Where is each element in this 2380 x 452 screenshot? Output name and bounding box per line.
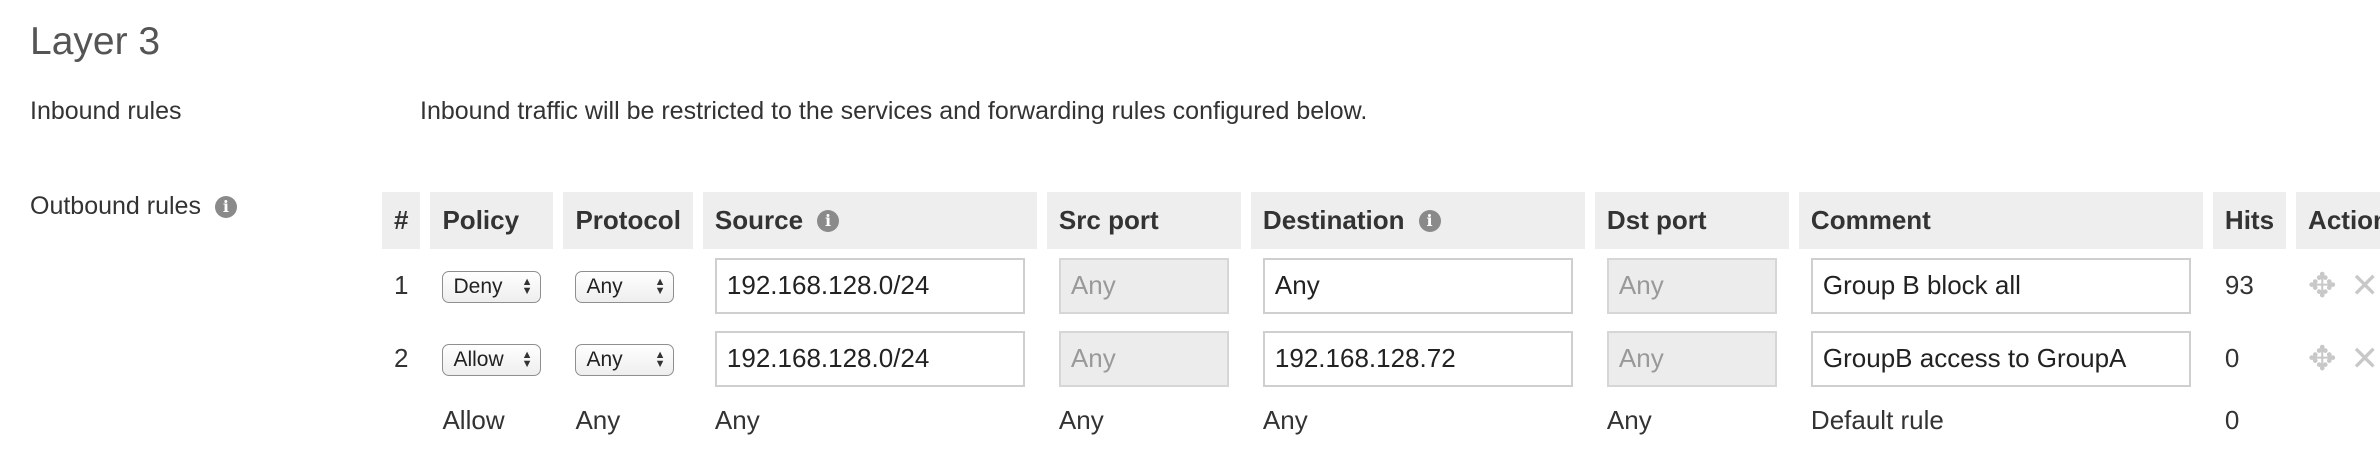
close-icon[interactable]: ✕ [2351, 342, 2380, 376]
outbound-rules-label-group: Outbound rules i [30, 192, 237, 221]
move-icon[interactable]: ✥ [2308, 269, 2337, 303]
dst-port-input: Any [1606, 257, 1777, 314]
table-row: 2 Allow ▲ ▼ Any ▲ ▼ 192.168.128.0/24 Any 192… [382, 322, 2380, 395]
select-arrows-icon: ▲ ▼ [521, 348, 533, 370]
move-icon[interactable]: ✥ [2308, 342, 2337, 376]
source-input[interactable]: 192.168.128.0/24 [714, 257, 1025, 314]
rule-number: 1 [382, 249, 431, 322]
protocol-select-value: Any [586, 347, 623, 371]
col-dst-port: Dst port [1594, 192, 1799, 249]
default-hits: 0 [2213, 395, 2297, 445]
info-icon[interactable]: i [214, 195, 237, 218]
info-icon[interactable]: i [817, 209, 840, 232]
destination-input[interactable]: Any [1262, 257, 1573, 314]
col-num: # [382, 192, 431, 249]
col-actions: Actions [2296, 192, 2380, 249]
col-destination: Destination i [1250, 192, 1595, 249]
select-arrows-icon: ▲ ▼ [654, 348, 666, 370]
table-header-row: # Policy Protocol Source i Src port Desti… [382, 192, 2380, 249]
dst-port-input: Any [1606, 330, 1777, 387]
comment-input[interactable]: GroupB access to GroupA [1810, 330, 2191, 387]
rule-number: 2 [382, 322, 431, 395]
col-source-label: Source [714, 205, 804, 235]
col-destination-label: Destination [1262, 205, 1405, 235]
default-rule-row: Allow Any Any Any Any Any Default rule 0 [382, 395, 2380, 445]
default-dst-port: Any [1595, 395, 1799, 445]
select-arrows-icon: ▲ ▼ [521, 275, 533, 297]
table-row: 1 Deny ▲ ▼ Any ▲ ▼ 192.168.128.0/24 Any Any … [382, 249, 2380, 322]
default-source: Any [703, 395, 1047, 445]
policy-select-value: Deny [453, 274, 503, 298]
close-icon[interactable]: ✕ [2351, 269, 2380, 303]
col-source: Source i [702, 192, 1047, 249]
protocol-select-value: Any [586, 274, 623, 298]
src-port-input: Any [1058, 257, 1229, 314]
select-arrows-icon: ▲ ▼ [654, 275, 666, 297]
info-icon[interactable]: i [1418, 209, 1441, 232]
hits-value: 0 [2213, 322, 2297, 395]
source-input[interactable]: 192.168.128.0/24 [714, 330, 1025, 387]
inbound-description: Inbound traffic will be restricted to th… [420, 97, 1368, 125]
outbound-rules-table: # Policy Protocol Source i Src port Desti… [382, 192, 2380, 445]
policy-select[interactable]: Allow ▲ ▼ [442, 343, 542, 376]
inbound-rules-label: Inbound rules [30, 97, 182, 125]
outbound-rules-label: Outbound rules [30, 192, 201, 220]
default-protocol: Any [563, 395, 703, 445]
comment-input[interactable]: Group B block all [1810, 257, 2191, 314]
protocol-select[interactable]: Any ▲ ▼ [575, 343, 675, 376]
col-protocol: Protocol [563, 192, 703, 249]
protocol-select[interactable]: Any ▲ ▼ [575, 270, 675, 303]
default-src-port: Any [1047, 395, 1251, 445]
col-comment: Comment [1798, 192, 2213, 249]
policy-select[interactable]: Deny ▲ ▼ [442, 270, 542, 303]
default-policy: Allow [430, 395, 564, 445]
default-destination: Any [1251, 395, 1595, 445]
col-hits: Hits [2212, 192, 2297, 249]
default-comment: Default rule [1799, 395, 2213, 445]
policy-select-value: Allow [453, 347, 504, 371]
col-policy: Policy [430, 192, 564, 249]
col-src-port: Src port [1046, 192, 1251, 249]
destination-input[interactable]: 192.168.128.72 [1262, 330, 1573, 387]
page-title: Layer 3 [30, 20, 161, 63]
hits-value: 93 [2213, 249, 2297, 322]
src-port-input: Any [1058, 330, 1229, 387]
